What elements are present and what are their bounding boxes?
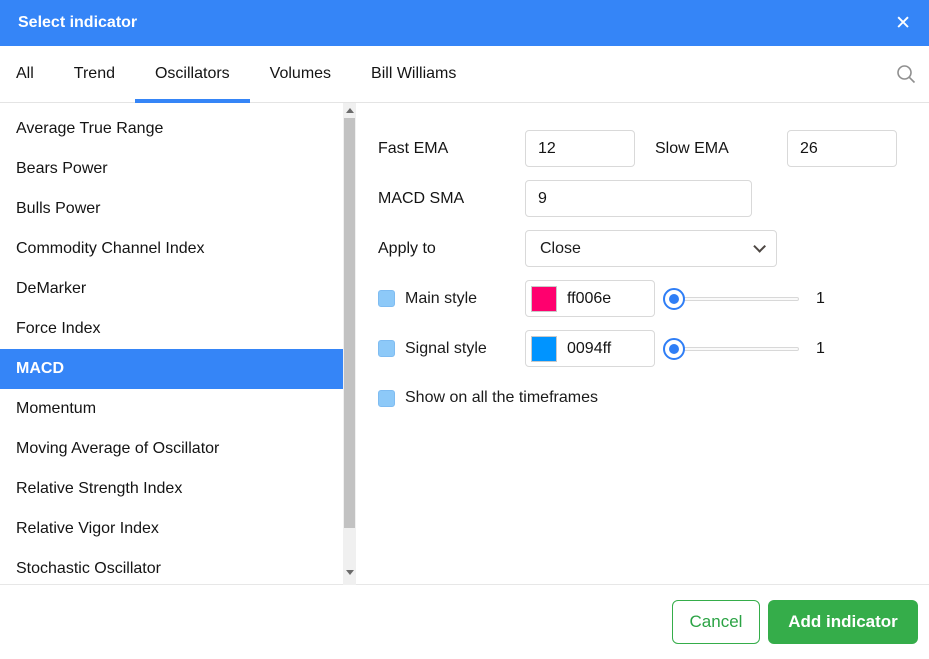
signal-style-width-slider[interactable]: [663, 337, 799, 361]
tab-bill-williams[interactable]: Bill Williams: [351, 46, 476, 102]
main-style-label-group: Main style: [378, 290, 525, 308]
slow-ema-input[interactable]: [787, 130, 897, 167]
slider-thumb-dot: [669, 294, 679, 304]
signal-style-label-group: Signal style: [378, 340, 525, 358]
list-scrollbar[interactable]: [343, 103, 356, 585]
dialog-header: Select indicator ✕: [0, 0, 929, 46]
main-style-width-slider[interactable]: [663, 287, 799, 311]
macd-sma-row: MACD SMA: [378, 180, 917, 217]
signal-style-color-value: 0094ff: [567, 340, 611, 358]
list-item[interactable]: DeMarker: [0, 269, 356, 309]
dialog-footer: Cancel Add indicator: [0, 585, 929, 658]
signal-style-color-input[interactable]: 0094ff: [525, 330, 655, 367]
list-item[interactable]: Relative Vigor Index: [0, 509, 356, 549]
signal-style-width-value: 1: [816, 340, 825, 358]
apply-to-value: Close: [540, 240, 581, 258]
search-button[interactable]: [895, 46, 929, 102]
scroll-down-icon: [346, 570, 354, 575]
tab-label: Volumes: [270, 65, 331, 83]
apply-to-row: Apply to Close: [378, 230, 917, 267]
list-item[interactable]: Average True Range: [0, 109, 356, 149]
list-item[interactable]: Bulls Power: [0, 189, 356, 229]
slider-thumb-dot: [669, 344, 679, 354]
scroll-up-icon: [346, 108, 354, 113]
tab-trend[interactable]: Trend: [54, 46, 135, 102]
tab-bar: All Trend Oscillators Volumes Bill Willi…: [0, 46, 929, 103]
scroll-up-button[interactable]: [343, 103, 356, 117]
tab-label: Oscillators: [155, 65, 230, 83]
dialog-body: Average True Range Bears Power Bulls Pow…: [0, 103, 929, 585]
main-style-color-value: ff006e: [567, 290, 611, 308]
tab-volumes[interactable]: Volumes: [250, 46, 351, 102]
list-item[interactable]: Moving Average of Oscillator: [0, 429, 356, 469]
slow-ema-label: Slow EMA: [635, 140, 787, 158]
macd-sma-label: MACD SMA: [378, 190, 525, 208]
list-item[interactable]: Bears Power: [0, 149, 356, 189]
add-indicator-button[interactable]: Add indicator: [768, 600, 918, 644]
macd-sma-input[interactable]: [525, 180, 752, 217]
list-item[interactable]: Momentum: [0, 389, 356, 429]
list-item[interactable]: Force Index: [0, 309, 356, 349]
indicator-settings-panel: Fast EMA Slow EMA MACD SMA Apply to Clos…: [356, 103, 929, 584]
chevron-down-icon: [753, 240, 766, 253]
main-style-label: Main style: [405, 290, 477, 308]
show-all-timeframes-row: Show on all the timeframes: [378, 389, 917, 407]
cancel-button[interactable]: Cancel: [672, 600, 760, 644]
scroll-down-button[interactable]: [343, 565, 356, 579]
slider-track[interactable]: [673, 347, 799, 351]
ema-row: Fast EMA Slow EMA: [378, 130, 917, 167]
slider-thumb[interactable]: [663, 288, 685, 310]
dialog-title: Select indicator: [18, 14, 137, 32]
tab-label: All: [16, 65, 34, 83]
fast-ema-input[interactable]: [525, 130, 635, 167]
main-style-width-value: 1: [816, 290, 825, 308]
slider-track[interactable]: [673, 297, 799, 301]
tab-all[interactable]: All: [0, 46, 54, 102]
main-style-row: Main style ff006e 1: [378, 280, 917, 317]
signal-style-checkbox[interactable]: [378, 340, 395, 357]
main-style-color-input[interactable]: ff006e: [525, 280, 655, 317]
slider-thumb[interactable]: [663, 338, 685, 360]
main-style-color-swatch[interactable]: [531, 286, 557, 312]
main-style-checkbox[interactable]: [378, 290, 395, 307]
list-item[interactable]: Commodity Channel Index: [0, 229, 356, 269]
signal-style-label: Signal style: [405, 340, 487, 358]
search-icon: [895, 63, 917, 85]
scrollbar-thumb[interactable]: [344, 118, 355, 528]
signal-style-color-swatch[interactable]: [531, 336, 557, 362]
signal-style-row: Signal style 0094ff 1: [378, 330, 917, 367]
tab-label: Trend: [74, 65, 115, 83]
close-icon[interactable]: ✕: [895, 14, 911, 33]
list-item[interactable]: Stochastic Oscillator: [0, 549, 356, 589]
tab-oscillators[interactable]: Oscillators: [135, 46, 250, 102]
show-all-timeframes-checkbox[interactable]: [378, 390, 395, 407]
list-item[interactable]: Relative Strength Index: [0, 469, 356, 509]
tab-label: Bill Williams: [371, 65, 456, 83]
show-all-timeframes-label: Show on all the timeframes: [405, 389, 598, 407]
apply-to-select[interactable]: Close: [525, 230, 777, 267]
list-item-selected[interactable]: MACD: [0, 349, 356, 389]
select-indicator-dialog: Select indicator ✕ All Trend Oscillators…: [0, 0, 929, 659]
apply-to-label: Apply to: [378, 240, 525, 258]
indicator-list: Average True Range Bears Power Bulls Pow…: [0, 103, 356, 584]
fast-ema-label: Fast EMA: [378, 140, 525, 158]
